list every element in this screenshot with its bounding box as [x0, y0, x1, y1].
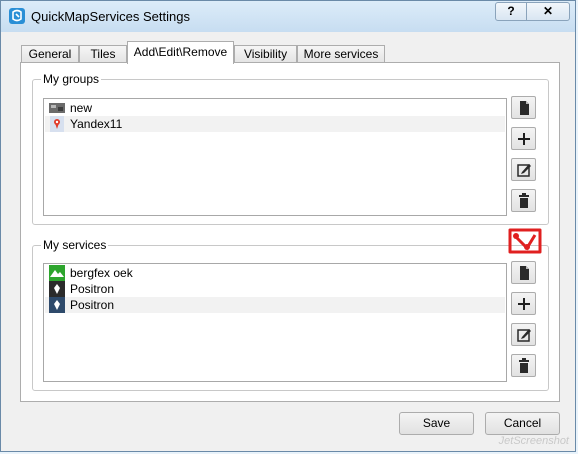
cancel-button[interactable]: Cancel: [485, 412, 560, 435]
quickmapservices-app-icon: [9, 8, 25, 24]
my-services-label: My services: [41, 238, 109, 252]
delete-service-button[interactable]: [511, 354, 536, 377]
close-button[interactable]: ✕: [526, 2, 570, 21]
copy-service-button[interactable]: [511, 261, 536, 284]
my-groups-label: My groups: [41, 72, 102, 86]
groups-list[interactable]: new Yandex11: [43, 98, 507, 216]
list-item[interactable]: Positron: [45, 281, 505, 297]
copy-group-button[interactable]: [511, 96, 536, 119]
my-groups-groupbox: My groups new Yandex11: [32, 72, 549, 225]
close-icon: ✕: [542, 4, 554, 18]
tab-visibility[interactable]: Visibility: [234, 45, 297, 63]
red-logo-icon: [508, 228, 542, 254]
delete-icon: [519, 358, 529, 373]
list-item-label: bergfex oek: [70, 266, 133, 280]
save-button[interactable]: Save: [399, 412, 474, 435]
my-services-groupbox: My services bergfex oek Positron Positro…: [32, 238, 549, 391]
edit-service-button[interactable]: [511, 323, 536, 346]
services-list[interactable]: bergfex oek Positron Positron: [43, 263, 507, 382]
tab-pane: My groups new Yandex11 My services bergf…: [20, 62, 560, 402]
save-button-label: Save: [422, 416, 451, 430]
edit-icon: [517, 164, 531, 177]
cancel-button-label: Cancel: [503, 416, 542, 430]
add-icon: [518, 298, 530, 310]
watermark: JetScreenshot: [498, 435, 569, 447]
add-group-button[interactable]: [511, 127, 536, 150]
help-icon: ?: [507, 4, 515, 18]
tab-tiles[interactable]: Tiles: [79, 45, 127, 63]
list-item[interactable]: bergfex oek: [45, 265, 505, 281]
list-item-label: Positron: [70, 282, 115, 296]
tab-more-services[interactable]: More services: [297, 45, 385, 63]
delete-group-button[interactable]: [511, 189, 536, 212]
help-button[interactable]: ?: [495, 2, 527, 21]
window-title: QuickMapServices Settings: [31, 9, 190, 24]
tab-label: Add\Edit\Remove: [133, 45, 228, 59]
edit-group-button[interactable]: [511, 158, 536, 181]
list-item-label: Yandex11: [70, 117, 123, 131]
carto-icon: [49, 281, 65, 297]
tab-label: Tiles: [90, 47, 116, 61]
tab-add-edit-remove[interactable]: Add\Edit\Remove: [127, 41, 234, 64]
add-service-button[interactable]: [511, 292, 536, 315]
delete-icon: [519, 193, 529, 208]
edit-icon: [517, 329, 531, 342]
list-item-label: new: [70, 101, 93, 115]
tab-general[interactable]: General: [21, 45, 79, 63]
list-item[interactable]: Positron: [45, 297, 505, 313]
bergfex-icon: [49, 265, 65, 281]
carto-icon: [49, 297, 65, 313]
copy-icon: [520, 101, 529, 115]
tab-label: More services: [303, 47, 379, 61]
yandex-pin-icon: [49, 116, 65, 132]
map-thumbnail-icon: [49, 100, 65, 116]
tab-label: General: [28, 47, 72, 61]
add-icon: [518, 133, 530, 145]
list-item-label: Positron: [70, 298, 115, 312]
title-bar: QuickMapServices Settings ? ✕: [1, 1, 575, 32]
list-item[interactable]: Yandex11: [45, 116, 505, 132]
settings-dialog: QuickMapServices Settings ? ✕ General Ti…: [0, 0, 576, 452]
list-item[interactable]: new: [45, 100, 505, 116]
copy-icon: [520, 266, 529, 280]
tab-label: Visibility: [243, 47, 288, 61]
